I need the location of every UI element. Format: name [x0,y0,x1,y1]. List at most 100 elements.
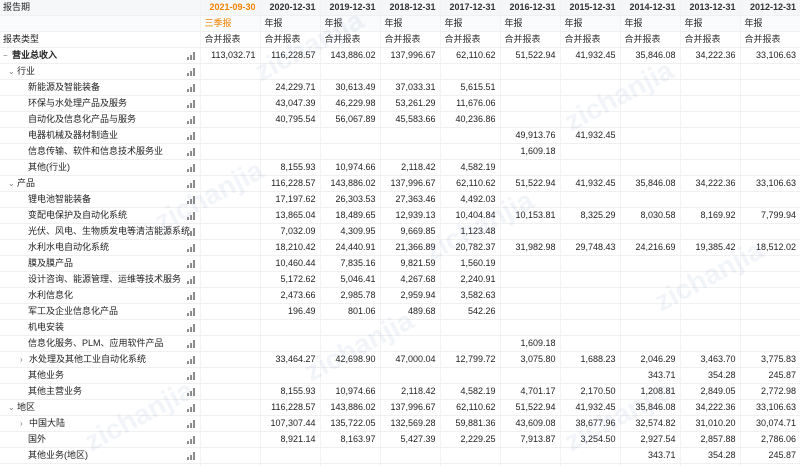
value-cell: 116,228.57 [259,399,320,416]
value-cell: 2,473.66 [259,287,320,304]
value-cell: 489.68 [379,303,440,320]
bar-chart-icon[interactable] [186,164,196,172]
report-type-cell: 年报 [439,15,500,32]
value-cell [619,335,680,352]
bar-chart-icon[interactable] [186,324,196,332]
value-cell: 17,197.62 [259,191,320,208]
collapse-icon[interactable]: ⌄ [8,400,17,415]
value-cell [379,367,440,384]
value-cell: 8,921.14 [259,431,320,448]
bar-chart-icon[interactable] [186,276,196,284]
bar-chart-icon[interactable] [186,132,196,140]
value-cell: 137,996.67 [379,175,440,192]
statement-type-cell: 合并报表 [739,31,800,48]
bar-chart-icon[interactable] [186,292,196,300]
bar-chart-icon[interactable] [186,196,196,204]
bar-chart-icon[interactable] [186,452,196,460]
period-column-header[interactable]: 2018-12-31 [379,0,440,16]
row-label-cell: 变配电保护及自动化系统 [0,207,200,224]
bar-chart-icon[interactable] [186,260,196,268]
value-cell: 7,913.87 [499,431,560,448]
bar-chart-icon[interactable] [186,388,196,396]
collapse-icon[interactable]: − [3,48,12,63]
value-cell [439,367,500,384]
value-cell: 8,169.92 [679,207,740,224]
period-column-header[interactable]: 2019-12-31 [319,0,380,16]
bar-chart-icon[interactable] [186,356,196,364]
table-row: 变配电保护及自动化系统 13,865.04 18,489.65 12,939.13 10… [0,207,800,224]
value-cell: 49,913.76 [499,127,560,144]
bar-chart-icon[interactable] [186,308,196,316]
period-column-header[interactable]: 2012-12-31 [739,0,800,16]
value-cell [199,111,260,128]
value-cell [199,367,260,384]
period-column-header[interactable]: 2020-12-31 [259,0,320,16]
bar-chart-icon[interactable] [186,180,196,188]
statement-type-cell: 合并报表 [499,31,560,48]
bar-chart-icon[interactable] [186,212,196,220]
report-type-label [0,15,200,32]
value-cell: 542.26 [439,303,500,320]
value-cell [499,255,560,272]
statement-type-cell: 合并报表 [259,31,320,48]
value-cell: 5,046.41 [319,271,380,288]
statement-type-label: 报表类型 [0,31,200,48]
value-cell [739,95,800,112]
value-cell [619,111,680,128]
value-cell [379,447,440,464]
value-cell [379,63,440,80]
value-cell: 29,748.43 [559,239,620,256]
table-row: › 中国大陆 107,307.44 135,722.05 132,569.28 59,88… [0,415,800,432]
period-column-header[interactable]: 2016-12-31 [499,0,560,16]
value-cell: 35,846.08 [619,47,680,64]
bar-chart-icon[interactable] [186,340,196,348]
value-cell [379,335,440,352]
row-label: 锂电池智能装备 [28,194,92,204]
bar-chart-icon[interactable] [186,244,196,252]
value-cell: 3,463.70 [679,351,740,368]
value-cell: 62,110.62 [439,399,500,416]
bar-chart-icon[interactable] [186,420,196,428]
expand-icon[interactable]: › [20,416,29,431]
value-cell: 8,325.29 [559,207,620,224]
expand-icon[interactable]: › [20,352,29,367]
report-type-cell: 年报 [679,15,740,32]
row-label: 其他主营业务 [28,386,83,396]
bar-chart-icon[interactable] [186,228,196,236]
value-cell: 62,110.62 [439,175,500,192]
value-cell [259,319,320,336]
bar-chart-icon[interactable] [186,116,196,124]
bar-chart-icon[interactable] [186,52,196,60]
value-cell: 132,569.28 [379,415,440,432]
value-cell: 46,229.98 [319,95,380,112]
period-column-header[interactable]: 2014-12-31 [619,0,680,16]
value-cell [319,319,380,336]
bar-chart-icon[interactable] [186,68,196,76]
bar-chart-icon[interactable] [186,84,196,92]
collapse-icon[interactable]: ⌄ [8,64,17,79]
value-cell [679,287,740,304]
period-column-header[interactable]: 2015-12-31 [559,0,620,16]
value-cell [619,159,680,176]
value-cell: 41,932.45 [559,127,620,144]
collapse-icon[interactable]: ⌄ [8,176,17,191]
value-cell [199,191,260,208]
value-cell [319,447,380,464]
value-cell: 2,772.98 [739,383,800,400]
row-label: 光伏、风电、生物质发电等清洁能源系统 [28,226,191,236]
bar-chart-icon[interactable] [186,436,196,444]
period-column-header[interactable]: 2013-12-31 [679,0,740,16]
bar-chart-icon[interactable] [186,404,196,412]
bar-chart-icon[interactable] [186,372,196,380]
report-type-row: 三季报 年报 年报 年报 年报 年报 年报 年报 年报 年报 [0,15,800,32]
value-cell [559,95,620,112]
period-header-row: 报告期 2021-09-30 2020-12-31 2019-12-31 2018-1… [0,0,800,16]
value-cell: 30,074.71 [739,415,800,432]
period-column-header[interactable]: 2021-09-30 [199,0,260,16]
value-cell: 30,613.49 [319,79,380,96]
period-column-header[interactable]: 2017-12-31 [439,0,500,16]
bar-chart-icon[interactable] [186,100,196,108]
value-cell [679,63,740,80]
value-cell [199,175,260,192]
bar-chart-icon[interactable] [186,148,196,156]
